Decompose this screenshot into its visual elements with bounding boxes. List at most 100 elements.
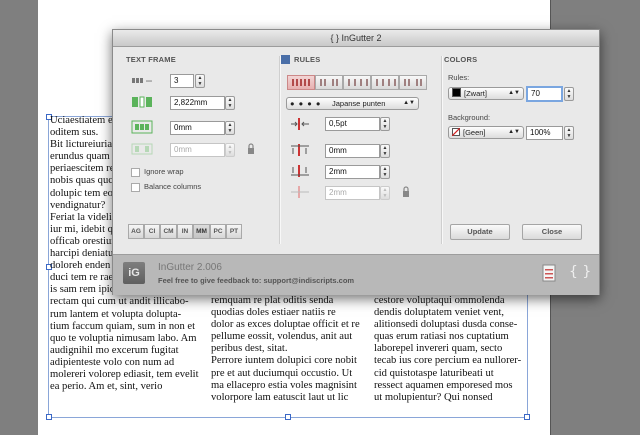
panel-title[interactable]: { } InGutter 2 xyxy=(113,30,599,47)
inset-stepper[interactable]: ▲ ▼ xyxy=(225,121,235,135)
text-frame-heading: TEXT FRAME xyxy=(126,55,176,64)
frame-handle-br[interactable] xyxy=(524,414,530,420)
section-divider xyxy=(441,56,443,244)
colors-heading: COLORS xyxy=(444,55,478,64)
document-text-line: ma ellacepro estia voles magnisint xyxy=(211,379,357,391)
rule-offset-top-stepper[interactable]: ▲ ▼ xyxy=(380,144,390,158)
rule-style-dropdown[interactable]: ● ● ● ● Japanse punten ▲▼ xyxy=(286,97,419,110)
rule-offset-bottom-field[interactable]: 2mm xyxy=(325,165,380,179)
rule-type-tab-5[interactable] xyxy=(399,75,427,90)
rule-offset-bottom-icon xyxy=(291,165,309,177)
rules-color-label: Rules: xyxy=(448,73,470,82)
rule-style-label: Japanse punten xyxy=(332,99,386,108)
columns-stepper[interactable]: ▲ ▼ xyxy=(195,74,205,88)
rule-weight-stepper[interactable]: ▲ ▼ xyxy=(380,117,390,131)
document-column-3: cestore voluptaqui ommolenda dendis dolup… xyxy=(374,295,521,404)
document-text-line: tecab ius core percium ea nullorer- xyxy=(374,355,522,367)
ingutter-panel: { } InGutter 2 TEXT FRAME 3 ▲ ▼ 2,822mm ▲… xyxy=(112,29,600,295)
document-text-line: dolor as exces doluptae officit et re xyxy=(211,319,360,331)
rule-offset-disabled-icon xyxy=(291,186,309,198)
background-tint-stepper[interactable]: ▲ ▼ xyxy=(564,126,574,140)
document-text-line: adipienteste volo con num ad xyxy=(50,356,175,368)
product-version: InGutter 2.006 xyxy=(158,262,222,273)
inset-field[interactable]: 0mm xyxy=(170,121,225,135)
frame-handle-bl[interactable] xyxy=(46,414,52,420)
document-text-line: alitionsedi doluptasi dusda conse- xyxy=(374,319,518,331)
document-text-line: ut molupientur? Qui nonsed xyxy=(374,391,493,403)
document-text-line: tium faccum quiam, sum in non et xyxy=(50,320,196,332)
rules-enable-checkbox[interactable] xyxy=(281,55,290,64)
rule-offset-disabled-field: 2mm xyxy=(325,186,380,200)
rules-tint-field[interactable]: 70 xyxy=(526,86,563,102)
columns-count-field[interactable]: 3 xyxy=(170,74,194,88)
rules-tint-stepper[interactable]: ▲ ▼ xyxy=(564,87,574,101)
background-color-value: [Geen] xyxy=(463,128,486,137)
unit-button-pt[interactable]: PT xyxy=(226,224,242,239)
ignore-wrap-label: Ignore wrap xyxy=(144,167,184,176)
disabled-spacing-stepper: ▲ ▼ xyxy=(225,143,235,157)
document-icon[interactable] xyxy=(542,264,556,282)
document-text-line: pre et aut duciumqui occustio. Ut xyxy=(211,367,353,379)
disabled-spacing-icon xyxy=(131,143,153,155)
ingutter-logo: iG xyxy=(123,262,145,284)
lock-icon[interactable] xyxy=(246,142,256,156)
document-text-line: dendis doluptatem veniet vent, xyxy=(374,307,505,319)
unit-button-mm[interactable]: MM xyxy=(193,224,210,239)
document-text-line: ea perio. Am et, sint, verio xyxy=(50,381,163,393)
rule-offset-bottom-stepper[interactable]: ▲ ▼ xyxy=(380,165,390,179)
lock-icon[interactable] xyxy=(401,185,411,199)
rule-offset-top-icon xyxy=(291,144,309,156)
rules-color-dropdown[interactable]: [Zwart] ▲▼ xyxy=(448,87,524,100)
unit-button-cm[interactable]: CM xyxy=(160,224,177,239)
document-column-2: remquam re plat oditis senda quodias dole… xyxy=(211,295,360,404)
rule-type-tab-2[interactable] xyxy=(315,75,343,90)
feedback-text: Feel free to give feedback to: support@i… xyxy=(158,276,355,285)
chevron-down-icon: ▲▼ xyxy=(403,100,415,106)
gutter-stepper[interactable]: ▲ ▼ xyxy=(225,96,235,110)
rules-color-value: [Zwart] xyxy=(464,89,487,98)
rule-weight-field[interactable]: 0,5pt xyxy=(325,117,380,131)
document-text-line: peribus dest, sitat. xyxy=(211,343,288,355)
gutter-width-field[interactable]: 2,822mm xyxy=(170,96,225,110)
document-text-line: Perrore iuntem dolupici core nobit xyxy=(211,355,357,367)
rule-type-tab-1[interactable] xyxy=(287,75,315,90)
background-tint-field[interactable]: 100% xyxy=(526,126,563,140)
chevron-down-icon: ▲▼ xyxy=(508,90,520,96)
document-text-line: remquam re plat oditis senda xyxy=(211,295,334,306)
columns-icon xyxy=(132,78,152,83)
balance-columns-checkbox[interactable] xyxy=(131,183,140,192)
background-color-label: Background: xyxy=(448,113,491,122)
document-text-line: rum lantem et volupta dolupta- xyxy=(50,308,182,320)
document-text-line: pellume eossit, volendus, anit aut xyxy=(211,331,353,343)
unit-button-ag[interactable]: AG xyxy=(128,224,144,239)
document-text-line: cid quistotaspe laturibeati ut xyxy=(374,367,494,379)
document-text-line: rectam qui cum ut andit illicabo- xyxy=(50,296,189,308)
rule-type-tab-3[interactable] xyxy=(343,75,371,90)
inset-spacing-icon xyxy=(131,120,153,134)
chevron-down-icon: ▲▼ xyxy=(508,129,520,135)
indiscripts-brace-icon[interactable]: { } xyxy=(569,264,591,280)
document-text-line: audignihil mo excerum fugitat xyxy=(50,344,179,356)
background-color-dropdown[interactable]: [Geen] ▲▼ xyxy=(448,126,524,139)
panel-footer: iG InGutter 2.006 Feel free to give feed… xyxy=(113,254,599,295)
rules-heading: RULES xyxy=(294,55,321,64)
unit-button-ci[interactable]: CI xyxy=(144,224,160,239)
update-button[interactable]: Update xyxy=(450,224,510,240)
rule-type-tab-4[interactable] xyxy=(371,75,399,90)
balance-columns-label: Balance columns xyxy=(144,182,202,191)
rule-offset-top-field[interactable]: 0mm xyxy=(325,144,380,158)
unit-button-pc[interactable]: PC xyxy=(210,224,226,239)
frame-handle-bm[interactable] xyxy=(285,414,291,420)
document-text-line: molereri volorep ediasit, tem evelit xyxy=(50,368,199,380)
disabled-spacing-field: 0mm xyxy=(170,143,225,157)
ignore-wrap-checkbox[interactable] xyxy=(131,168,140,177)
rule-weight-icon xyxy=(291,118,309,130)
unit-button-in[interactable]: IN xyxy=(177,224,193,239)
document-text-line: quodias doles estiaer natiis re xyxy=(211,307,336,319)
document-text-line: ressect aquamen emporesed mos xyxy=(374,379,513,391)
rule-style-dots: ● ● ● ● xyxy=(290,99,322,108)
document-text-line: cestore voluptaqui ommolenda xyxy=(374,295,505,306)
none-swatch-icon xyxy=(451,127,461,137)
close-button[interactable]: Close xyxy=(522,224,582,240)
document-text-line: quo te voluptia nimusam labo. Am xyxy=(50,332,197,344)
